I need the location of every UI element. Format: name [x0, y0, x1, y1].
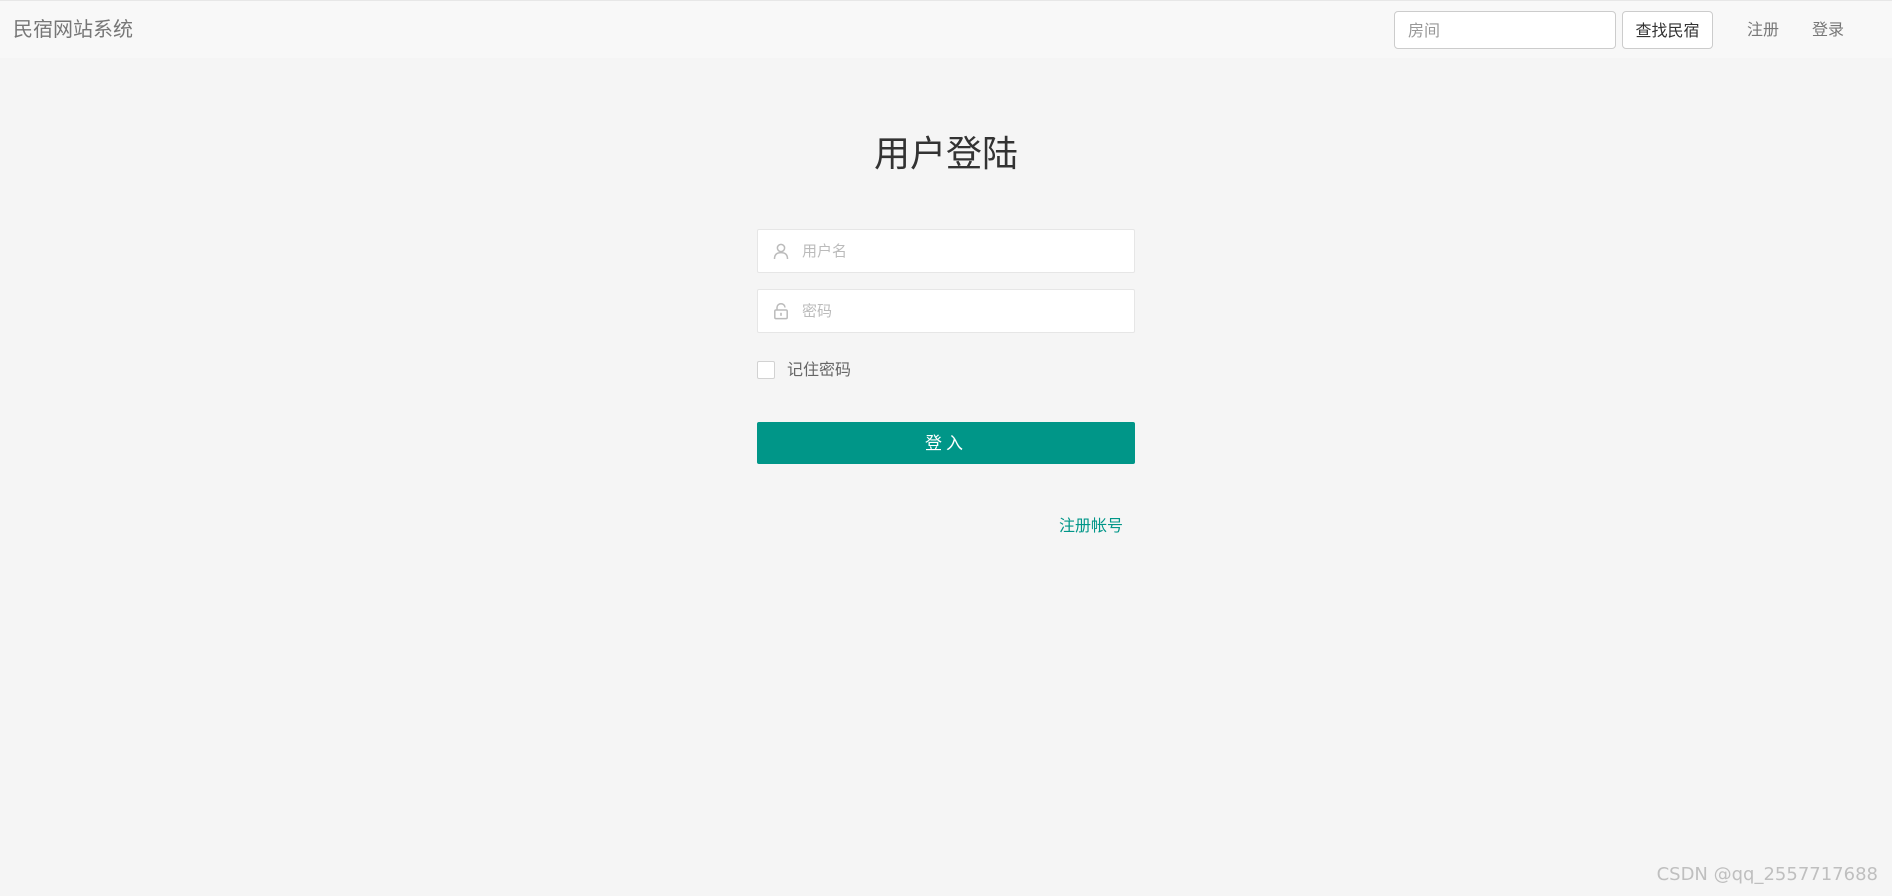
brand-link[interactable]: 民宿网站系统 — [13, 16, 133, 42]
remember-password-label[interactable]: 记住密码 — [787, 359, 851, 381]
room-search-input[interactable] — [1394, 11, 1616, 49]
username-input[interactable] — [800, 230, 1120, 272]
top-navbar: 民宿网站系统 查找民宿 注册 登录 — [0, 0, 1892, 58]
login-title: 用户登陆 — [873, 134, 1018, 175]
password-field[interactable] — [757, 289, 1135, 333]
nav-register-link[interactable]: 注册 — [1747, 19, 1779, 41]
remember-password-checkbox[interactable] — [757, 361, 775, 379]
password-input[interactable] — [800, 290, 1120, 332]
user-icon — [773, 243, 789, 260]
watermark: CSDN @qq_2557717688 — [1656, 864, 1878, 885]
register-account-link[interactable]: 注册帐号 — [1059, 515, 1123, 537]
lock-icon — [774, 303, 788, 320]
username-field[interactable] — [757, 229, 1135, 273]
remember-password: 记住密码 — [757, 359, 851, 381]
login-submit-button[interactable]: 登入 — [757, 422, 1135, 464]
nav-login-link[interactable]: 登录 — [1812, 19, 1844, 41]
search-homestay-button[interactable]: 查找民宿 — [1622, 11, 1713, 49]
